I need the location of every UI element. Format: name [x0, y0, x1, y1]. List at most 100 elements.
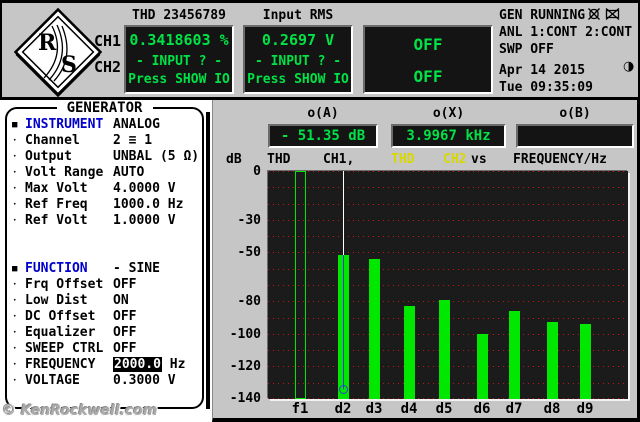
input-rms-display: 0.2697 V - INPUT ? - Press SHOW IO	[243, 25, 353, 94]
generator-item-label: SWEEP CTRL	[25, 341, 113, 357]
generator-item-max-volt[interactable]: ·Max Volt4.0000 V	[9, 181, 200, 197]
rohde-schwarz-logo-icon: R S	[14, 5, 102, 97]
generator-spacer	[9, 229, 200, 245]
trace-token-0: THD	[267, 152, 290, 167]
logo-letter-r: R	[38, 30, 57, 56]
generator-panel-scrollbar[interactable]	[206, 112, 210, 409]
channel-1-label: CH1	[94, 32, 126, 50]
gridline--50db	[268, 252, 628, 253]
harmonic-bar-d7	[509, 311, 520, 399]
generator-item-channel[interactable]: ·Channel2 ≡ 1	[9, 133, 200, 149]
gridline--60db	[268, 269, 628, 270]
generator-item-value: OFF	[113, 277, 136, 293]
generator-item-label: Output	[25, 149, 113, 165]
generator-panel: GENERATOR ■INSTRUMENTANALOG·Channel2 ≡ 1…	[5, 107, 204, 409]
aux-line-1: OFF	[365, 35, 491, 54]
item-marker-icon: ·	[9, 373, 25, 389]
generator-item-value: 2 ≡ 1	[113, 133, 152, 149]
item-marker-icon: ·	[9, 277, 25, 293]
watermark: © KenRockwell.com	[2, 403, 158, 419]
item-marker-icon: ·	[9, 309, 25, 325]
harmonic-bar-d6	[477, 334, 488, 399]
gridline-0db	[268, 171, 628, 172]
item-marker-icon: ·	[9, 357, 25, 373]
generator-item-value: ANALOG	[113, 117, 160, 133]
generator-item-label: FREQUENCY	[25, 357, 113, 373]
generator-spacer	[9, 245, 200, 261]
generator-item-label: Max Volt	[25, 181, 113, 197]
generator-item-function[interactable]: ■FUNCTION- SINE	[9, 261, 200, 277]
x-tick-label-d6: d6	[474, 401, 491, 417]
gridline--40db	[268, 236, 628, 237]
generator-item-dc-offset[interactable]: ·DC OffsetOFF	[9, 309, 200, 325]
generator-item-sweep-ctrl[interactable]: ·SWEEP CTRLOFF	[9, 341, 200, 357]
generator-item-output[interactable]: ·OutputUNBAL (5 Ω)	[9, 149, 200, 165]
generator-items: ■INSTRUMENTANALOG·Channel2 ≡ 1·OutputUNB…	[9, 117, 200, 389]
input-rms-show-io-hint: Press SHOW IO	[245, 72, 351, 87]
generator-item-ref-freq[interactable]: ·Ref Freq1000.0 Hz	[9, 197, 200, 213]
y-tick-label--50: -50	[219, 245, 261, 260]
harmonic-bar-d9	[580, 324, 591, 399]
readout-a-display: - 51.35 dB	[268, 124, 378, 148]
generator-item-value: - SINE	[113, 261, 160, 277]
x-tick-label-d7: d7	[506, 401, 523, 417]
readout-x-value: 3.9967 kHz	[393, 128, 504, 144]
gridline--30db	[268, 220, 628, 221]
generator-item-label: Ref Freq	[25, 197, 113, 213]
date-label: Apr 14 2015	[499, 63, 585, 78]
item-marker-icon: ·	[9, 341, 25, 357]
channel-2-label: CH2	[94, 58, 126, 76]
analyzer-status: ANL 1:CONT 2:CONT	[499, 25, 632, 40]
generator-item-ref-volt[interactable]: ·Ref Volt1.0000 V	[9, 213, 200, 229]
generator-item-equalizer[interactable]: ·EqualizerOFF	[9, 325, 200, 341]
gridline--10db	[268, 187, 628, 188]
generator-item-value: UNBAL (5 Ω)	[113, 149, 199, 165]
y-tick-label--140: -140	[219, 391, 261, 406]
item-marker-icon: ·	[9, 197, 25, 213]
harmonic-bar-d3	[369, 259, 380, 399]
analyzer-chart-panel: o(A) o(X) o(B) - 51.35 dB 3.9967 kHz dB …	[212, 100, 640, 422]
generator-item-frequency[interactable]: ·FREQUENCY2000.0 Hz	[9, 357, 200, 373]
readout-a-label: o(A)	[268, 106, 378, 121]
generator-item-voltage[interactable]: ·VOLTAGE0.3000 V	[9, 373, 200, 389]
generator-item-label: Low Dist	[25, 293, 113, 309]
generator-item-label: FUNCTION	[25, 261, 113, 277]
trace-token-3: CH2	[443, 152, 466, 167]
thd-input-warning: - INPUT ? -	[126, 54, 232, 69]
section-marker-icon: ■	[9, 261, 25, 277]
item-marker-icon: ·	[9, 325, 25, 341]
generator-item-label: VOLTAGE	[25, 373, 113, 389]
y-tick-label--30: -30	[219, 213, 261, 228]
keyboard-disabled-icon	[605, 8, 620, 24]
generator-item-label: INSTRUMENT	[25, 117, 113, 133]
generator-item-frq-offset[interactable]: ·Frq OffsetOFF	[9, 277, 200, 293]
generator-item-value: 1000.0 Hz	[113, 197, 183, 213]
y-tick-label-0: 0	[219, 164, 261, 179]
item-marker-icon: ·	[9, 133, 25, 149]
edited-value-highlight[interactable]: 2000.0	[113, 357, 162, 372]
x-tick-label-d9: d9	[577, 401, 594, 417]
input-rms-display-title: Input RMS	[243, 8, 353, 23]
logo-letter-s: S	[61, 52, 77, 78]
harmonic-bar-d5	[439, 300, 450, 399]
readout-x-label: o(X)	[391, 106, 506, 121]
generator-item-label: Frq Offset	[25, 277, 113, 293]
x-tick-label-d8: d8	[544, 401, 561, 417]
item-marker-icon: ·	[9, 165, 25, 181]
thd-value: 0.3418603 %	[126, 31, 232, 49]
cursor-line[interactable]	[343, 171, 344, 255]
top-status-bar: R S CH1 CH2 THD 23456789 0.3418603 % - I…	[0, 0, 640, 100]
trace-token-1: CH1,	[323, 152, 354, 167]
x-tick-label-d5: d5	[436, 401, 453, 417]
generator-item-low-dist[interactable]: ·Low DistON	[9, 293, 200, 309]
generator-item-instrument[interactable]: ■INSTRUMENTANALOG	[9, 117, 200, 133]
value-unit: Hz	[162, 357, 185, 372]
harmonic-bar-f1	[295, 171, 306, 399]
generator-item-volt-range[interactable]: ·Volt RangeAUTO	[9, 165, 200, 181]
generator-item-value: OFF	[113, 309, 136, 325]
gridline--70db	[268, 285, 628, 286]
harmonic-bar-d8	[547, 322, 558, 399]
item-marker-icon: ·	[9, 293, 25, 309]
y-tick-label--120: -120	[219, 359, 261, 374]
x-tick-label-d3: d3	[366, 401, 383, 417]
